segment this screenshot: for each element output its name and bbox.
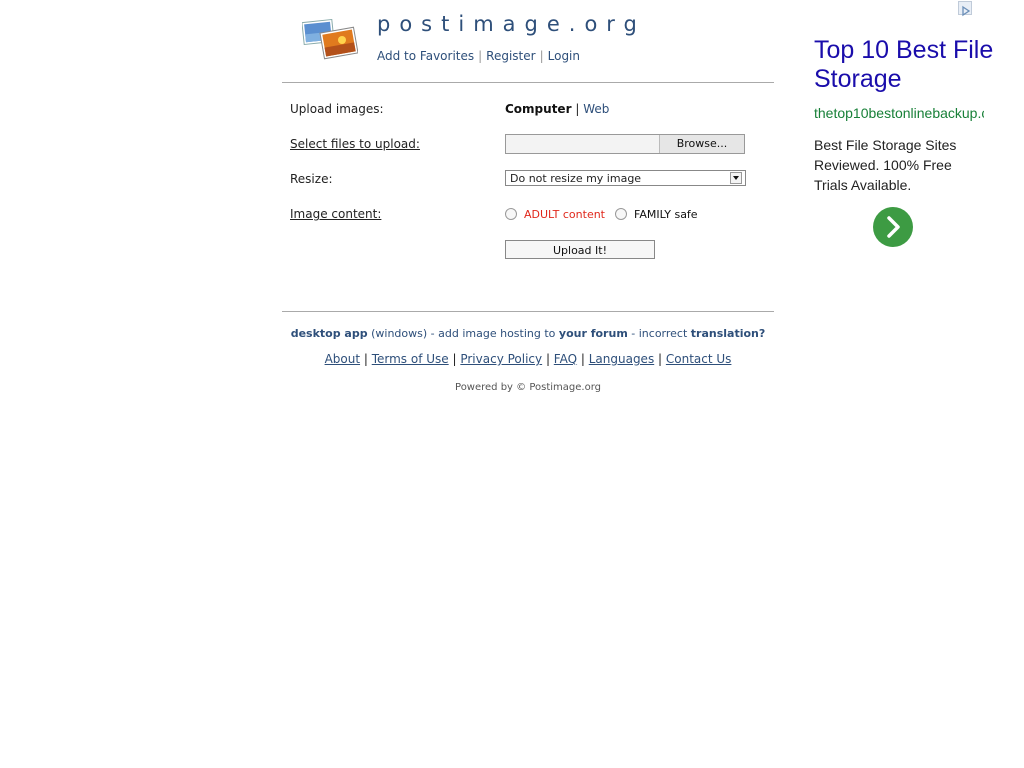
footer-promo: desktop app (windows) - add image hostin… bbox=[282, 327, 774, 340]
add-hosting-text: - add image hosting to bbox=[430, 327, 556, 340]
desktop-app-link[interactable]: desktop app bbox=[291, 327, 368, 340]
adult-content-radio[interactable] bbox=[505, 208, 517, 220]
file-input[interactable]: Browse... bbox=[505, 134, 745, 154]
ad-url[interactable]: thetop10bestonlinebackup.com bbox=[814, 105, 984, 121]
ad-title[interactable]: Top 10 Best File Storage bbox=[814, 36, 1014, 94]
footer-divider bbox=[282, 311, 774, 312]
resize-label: Resize: bbox=[290, 172, 333, 186]
header-divider bbox=[282, 82, 774, 83]
resize-select-value: Do not resize my image bbox=[510, 172, 642, 185]
source-web-tab[interactable]: Web bbox=[583, 102, 609, 116]
incorrect-text: - incorrect bbox=[631, 327, 688, 340]
adchoices-icon[interactable] bbox=[958, 1, 972, 17]
source-computer-tab[interactable]: Computer bbox=[505, 102, 571, 116]
your-forum-link[interactable]: your forum bbox=[559, 327, 628, 340]
chevron-right-icon bbox=[887, 216, 900, 238]
terms-link[interactable]: Terms of Use bbox=[372, 352, 449, 366]
adult-content-label[interactable]: ADULT content bbox=[524, 208, 605, 221]
languages-link[interactable]: Languages bbox=[589, 352, 654, 366]
browse-button[interactable]: Browse... bbox=[659, 135, 744, 153]
site-logo[interactable] bbox=[301, 18, 359, 60]
family-safe-radio[interactable] bbox=[615, 208, 627, 220]
upload-source: Computer | Web bbox=[505, 102, 609, 116]
windows-text: (windows) bbox=[371, 327, 428, 340]
contact-link[interactable]: Contact Us bbox=[666, 352, 732, 366]
separator: | bbox=[478, 49, 483, 63]
upload-button[interactable]: Upload It! bbox=[505, 240, 655, 259]
select-files-label[interactable]: Select files to upload: bbox=[290, 137, 420, 151]
dropdown-arrow-icon[interactable] bbox=[730, 172, 742, 184]
login-link[interactable]: Login bbox=[548, 49, 580, 63]
ad-description[interactable]: Best File Storage Sites Reviewed. 100% F… bbox=[814, 135, 984, 195]
faq-link[interactable]: FAQ bbox=[554, 352, 577, 366]
register-link[interactable]: Register bbox=[486, 49, 535, 63]
upload-images-label: Upload images: bbox=[290, 102, 384, 116]
top-links: Add to Favorites | Register | Login bbox=[377, 49, 580, 63]
family-safe-label[interactable]: FAMILY safe bbox=[634, 208, 698, 221]
powered-by: Powered by © Postimage.org bbox=[455, 382, 601, 393]
ad-arrow-button[interactable] bbox=[873, 207, 913, 247]
separator: | bbox=[539, 49, 544, 63]
site-title[interactable]: postimage.org bbox=[377, 12, 646, 36]
image-content-label[interactable]: Image content: bbox=[290, 207, 381, 221]
add-to-favorites-link[interactable]: Add to Favorites bbox=[377, 49, 474, 63]
about-link[interactable]: About bbox=[325, 352, 360, 366]
resize-select[interactable]: Do not resize my image bbox=[505, 170, 746, 186]
footer-links: About | Terms of Use | Privacy Policy | … bbox=[324, 352, 732, 366]
translation-link[interactable]: translation? bbox=[691, 327, 765, 340]
privacy-link[interactable]: Privacy Policy bbox=[460, 352, 542, 366]
source-separator: | bbox=[575, 102, 580, 116]
